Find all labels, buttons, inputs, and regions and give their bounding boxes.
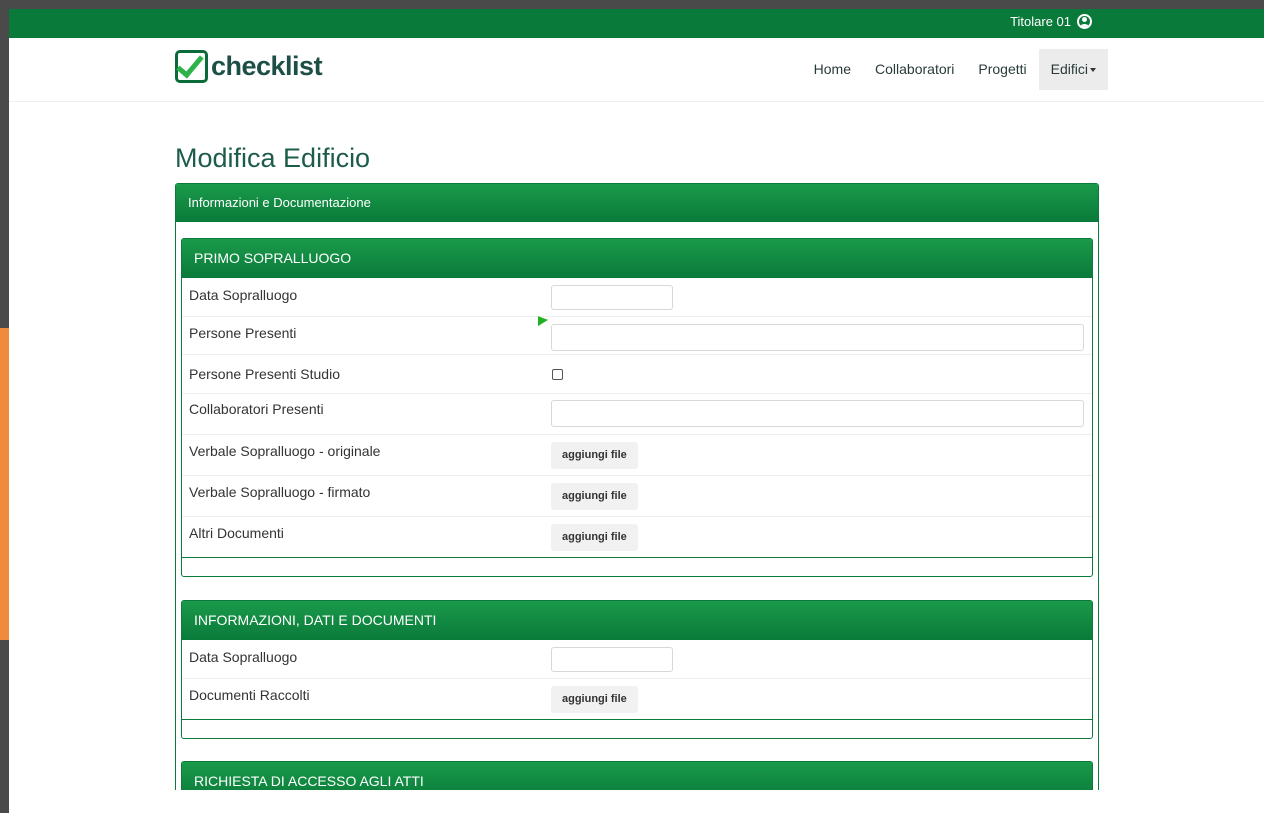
form-row: Collaboratori Presenti — [182, 393, 1092, 434]
data-sopralluogo-input[interactable] — [551, 647, 673, 672]
screen-bottom-left — [0, 790, 9, 813]
form-row: Data Sopralluogo — [182, 640, 1092, 678]
add-file-button[interactable]: aggiungi file — [551, 483, 638, 510]
nav-item-collaboratori[interactable]: Collaboratori — [863, 49, 966, 90]
form-row: Verbale Sopralluogo - firmato aggiungi f… — [182, 475, 1092, 516]
caret-down-icon — [1090, 68, 1096, 73]
field-label: Data Sopralluogo — [189, 649, 298, 665]
field-label: Data Sopralluogo — [189, 287, 298, 303]
field-label: Altri Documenti — [189, 525, 284, 541]
section-header: RICHIESTA DI ACCESSO AGLI ATTI — [182, 762, 1092, 790]
user-name: Titolare 01 — [1010, 14, 1071, 29]
navbar: checklist Home Collaboratori Progetti Ed… — [9, 38, 1264, 102]
check-box-icon — [175, 49, 208, 83]
persone-presenti-input[interactable] — [551, 324, 1084, 351]
info-doc-panel: Informazioni e Documentazione PRIMO SOPR… — [175, 183, 1099, 790]
logo-text: checklist — [211, 51, 323, 81]
add-file-button[interactable]: aggiungi file — [551, 442, 638, 469]
page-title: Modifica Edificio — [175, 143, 371, 173]
section-header: PRIMO SOPRALLUOGO — [182, 239, 1092, 278]
user-circle-icon — [1077, 14, 1092, 29]
field-label: Documenti Raccolti — [189, 687, 310, 703]
form-row: Altri Documenti aggiungi file — [182, 516, 1092, 557]
field-label: Verbale Sopralluogo - firmato — [189, 484, 371, 500]
section-primo-sopralluogo: PRIMO SOPRALLUOGO Data Sopralluogo Perso… — [181, 238, 1093, 577]
form-row: Verbale Sopralluogo - originale aggiungi… — [182, 434, 1092, 475]
data-sopralluogo-input[interactable] — [551, 285, 673, 310]
mouse-cursor-icon — [538, 316, 548, 330]
add-file-button[interactable]: aggiungi file — [551, 686, 638, 713]
main-nav: Home Collaboratori Progetti Edifici — [802, 49, 1108, 90]
top-bar: Titolare 01 — [9, 9, 1264, 38]
form-row: Persone Presenti — [182, 316, 1092, 354]
field-label: Persone Presenti — [189, 325, 297, 341]
section-richiesta-accesso-atti: RICHIESTA DI ACCESSO AGLI ATTI — [181, 761, 1093, 790]
persone-presenti-studio-checkbox[interactable] — [552, 369, 563, 380]
form-row: Documenti Raccolti aggiungi file — [182, 678, 1092, 719]
section-informazioni-dati-documenti: INFORMAZIONI, DATI E DOCUMENTI Data Sopr… — [181, 600, 1093, 739]
add-file-button[interactable]: aggiungi file — [551, 524, 638, 551]
field-label: Verbale Sopralluogo - originale — [189, 443, 381, 459]
logo[interactable]: checklist — [175, 49, 323, 83]
nav-item-edifici[interactable]: Edifici — [1038, 49, 1108, 90]
section-header: INFORMAZIONI, DATI E DOCUMENTI — [182, 601, 1092, 640]
screen-bottom-strip — [0, 790, 1264, 813]
panel-header: Informazioni e Documentazione — [176, 184, 1098, 222]
field-label: Collaboratori Presenti — [189, 401, 324, 417]
nav-item-progetti[interactable]: Progetti — [966, 49, 1038, 90]
nav-item-home[interactable]: Home — [802, 49, 863, 90]
app-window: Titolare 01 checklist Home Collaboratori… — [9, 9, 1264, 790]
field-label: Persone Presenti Studio — [189, 366, 340, 382]
form-row: Persone Presenti Studio — [182, 354, 1092, 393]
form-row: Data Sopralluogo — [182, 278, 1092, 316]
user-menu[interactable]: Titolare 01 — [1010, 14, 1092, 29]
collaboratori-presenti-input[interactable] — [551, 400, 1084, 427]
side-accent-strip — [0, 328, 9, 640]
